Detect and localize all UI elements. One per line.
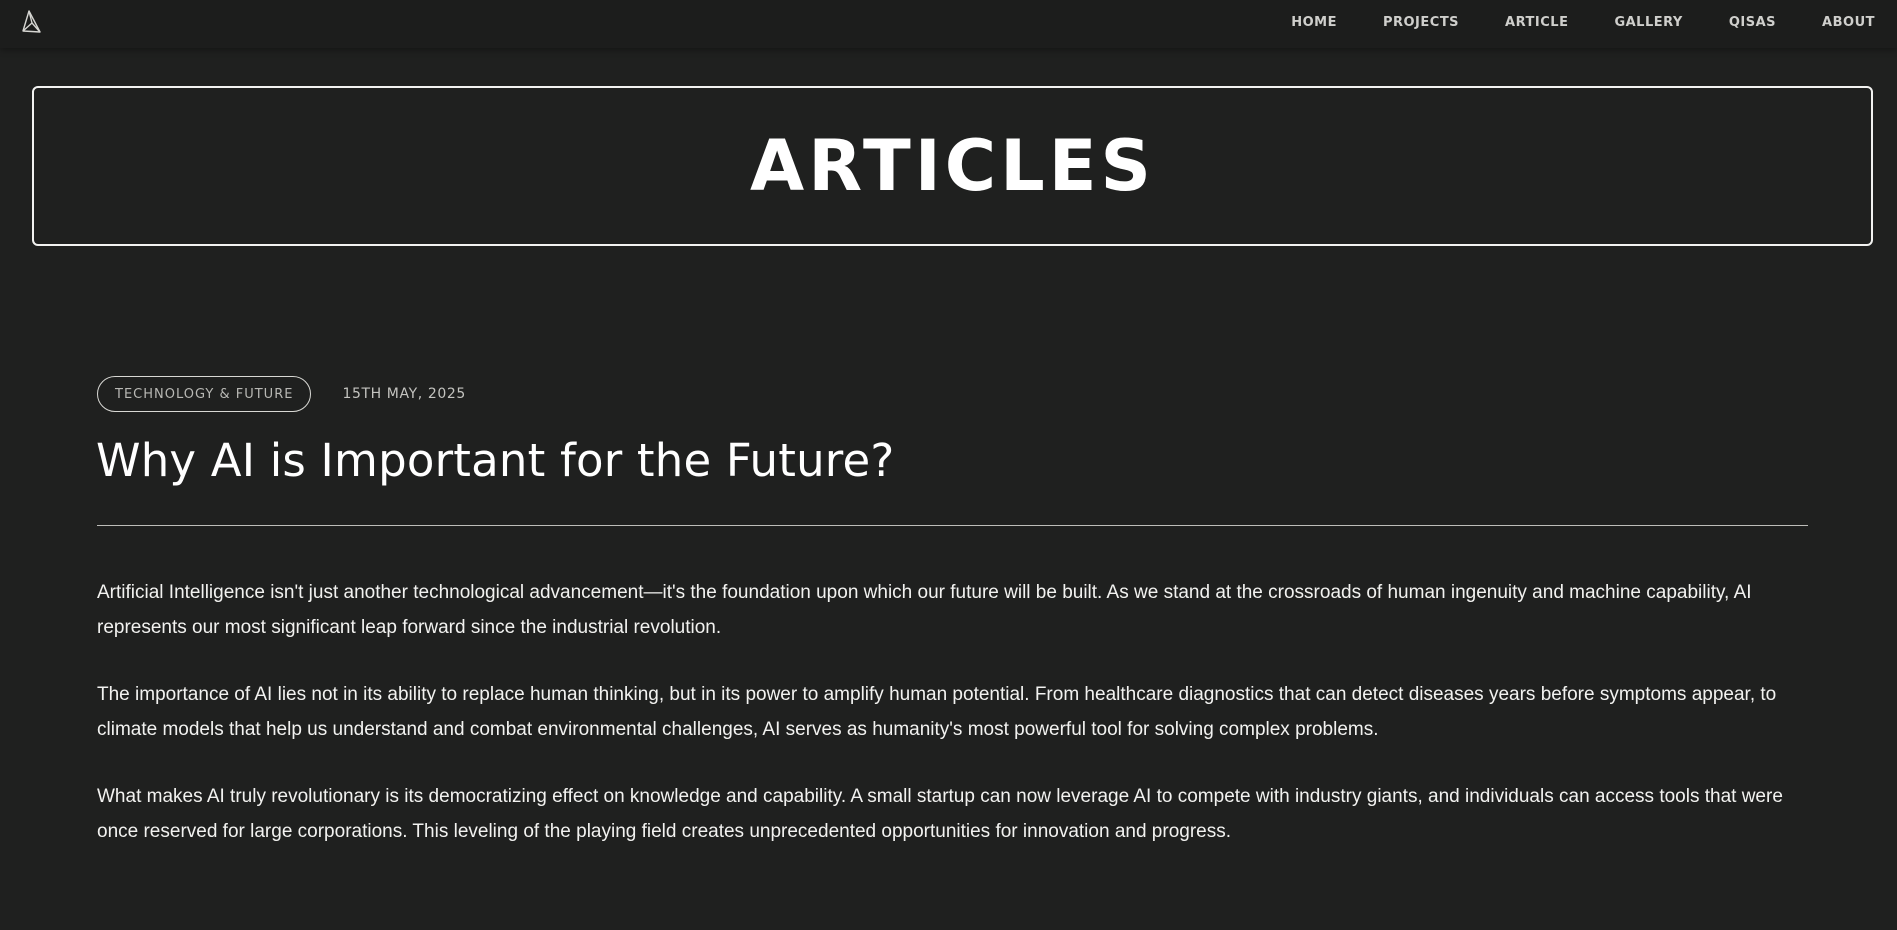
nav-item-qisas[interactable]: QISAS — [1729, 15, 1776, 30]
page-header-banner: ARTICLES — [32, 86, 1873, 246]
nav-item-about[interactable]: ABOUT — [1822, 15, 1875, 30]
top-navbar: HOME PROJECTS ARTICLE GALLERY QISAS ABOU… — [0, 0, 1897, 48]
nav-item-projects[interactable]: PROJECTS — [1383, 15, 1459, 30]
article-body: Artificial Intelligence isn't just anoth… — [97, 575, 1817, 881]
article-date: 15TH MAY, 2025 — [342, 386, 466, 402]
nav-item-gallery[interactable]: GALLERY — [1614, 15, 1682, 30]
article-paragraph: The importance of AI lies not in its abi… — [97, 684, 1777, 740]
category-badge[interactable]: TECHNOLOGY & FUTURE — [97, 376, 312, 412]
article-paragraph: Artificial Intelligence isn't just anoth… — [97, 582, 1752, 638]
nav-item-article[interactable]: ARTICLE — [1505, 15, 1568, 30]
page-title: ARTICLES — [750, 125, 1155, 207]
article-meta: TECHNOLOGY & FUTURE 15TH MAY, 2025 — [97, 376, 466, 412]
nav-item-home[interactable]: HOME — [1291, 15, 1337, 30]
article-paragraph: What makes AI truly revolutionary is its… — [97, 786, 1783, 842]
article-title: Why AI is Important for the Future? — [96, 434, 895, 487]
triangle-logo-icon[interactable] — [20, 9, 42, 35]
divider — [97, 525, 1808, 526]
main-nav: HOME PROJECTS ARTICLE GALLERY QISAS ABOU… — [1291, 0, 1875, 44]
